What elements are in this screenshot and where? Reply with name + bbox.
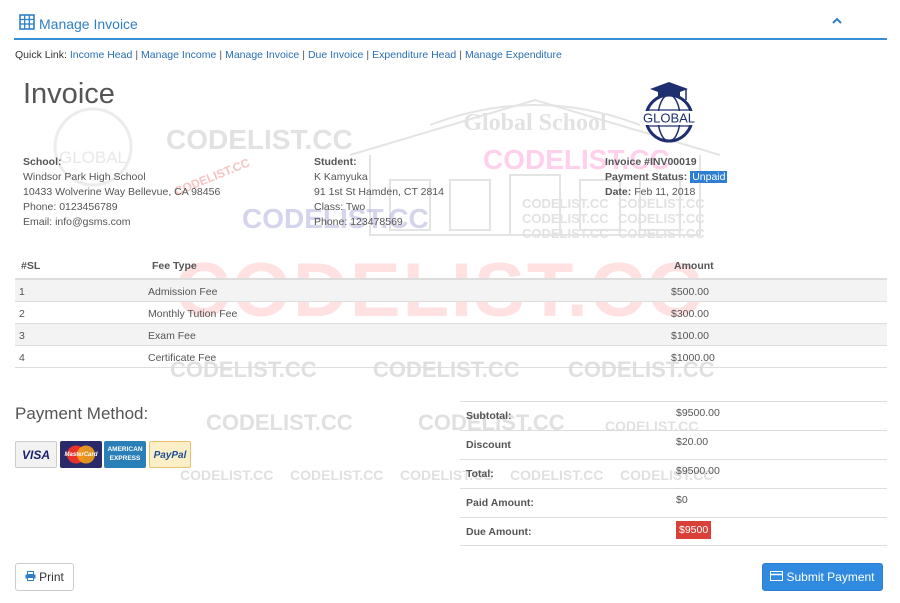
table-header: #SL Fee Type Amount (15, 255, 887, 280)
school-label: School: (23, 156, 62, 168)
column-header-sl: #SL (21, 260, 41, 272)
panel-title: Manage Invoice (39, 16, 138, 32)
school-logo: GLOBAL (642, 82, 696, 143)
separator: | (219, 49, 223, 61)
watermark-text: CODELIST.CC (180, 467, 274, 483)
print-icon (25, 571, 36, 581)
discount-row: Discount $20.00 (460, 430, 887, 459)
paid-amount-value: $0 (676, 494, 688, 506)
due-amount-badge: $9500 (676, 521, 712, 539)
quick-link-due-invoice[interactable]: Due Invoice (308, 49, 363, 61)
mastercard-label: MasterCard (64, 452, 98, 458)
due-amount-row: Due Amount: $9500 (460, 517, 887, 546)
watermark-text: CODELIST.CC (290, 467, 384, 483)
student-class: Class: Two (314, 201, 366, 213)
column-header-fee-type: Fee Type (152, 260, 197, 272)
mastercard-card-icon: MasterCard (60, 441, 102, 468)
table-body: 1 Admission Fee $500.00 2 Monthly Tution… (15, 280, 887, 368)
cell-sl: 3 (19, 330, 25, 342)
quick-link-manage-income[interactable]: Manage Income (141, 49, 216, 61)
cell-sl: 4 (19, 352, 25, 364)
fee-table: #SL Fee Type Amount 1 Admission Fee $500… (15, 255, 887, 368)
paid-amount-label: Paid Amount: (466, 497, 534, 509)
school-phone: Phone: 0123456789 (23, 201, 118, 213)
column-header-amount: Amount (674, 260, 714, 272)
total-value: $9500.00 (676, 465, 720, 477)
invoice-meta: Invoice #INV00019 Payment Status: Unpaid… (605, 155, 728, 200)
amex-card-icon: AMERICAN EXPRESS (104, 441, 146, 468)
table-icon (19, 14, 35, 30)
cell-amount: $1000.00 (671, 352, 715, 364)
subtotal-value: $9500.00 (676, 407, 720, 419)
separator: | (366, 49, 370, 61)
paypal-card-icon: PayPal (149, 441, 191, 468)
quick-link-income-head[interactable]: Income Head (70, 49, 132, 61)
table-row: 2 Monthly Tution Fee $300.00 (15, 302, 887, 324)
due-amount-label: Due Amount: (466, 526, 532, 538)
quick-link-manage-expenditure[interactable]: Manage Expenditure (465, 49, 562, 61)
date-label: Date: (605, 186, 632, 198)
watermark-text: CODELIST.CC (166, 124, 353, 155)
quick-link-manage-invoice[interactable]: Manage Invoice (225, 49, 299, 61)
table-row: 3 Exam Fee $100.00 (15, 324, 887, 346)
student-phone: Phone: 123478569 (314, 216, 403, 228)
quick-link-label: Quick Link: (15, 49, 67, 61)
school-address: 10433 Wolverine Way Bellevue, CA 98456 (23, 186, 221, 198)
quick-link-expenditure-head[interactable]: Expenditure Head (372, 49, 456, 61)
cell-amount: $500.00 (671, 286, 709, 298)
visa-card-icon: VISA (15, 441, 57, 468)
school-name: Windsor Park High School (23, 171, 146, 183)
cell-fee-type: Exam Fee (148, 330, 196, 342)
invoice-number: Invoice #INV00019 (605, 156, 697, 168)
discount-value: $20.00 (676, 436, 709, 448)
student-label: Student: (314, 156, 357, 168)
total-label: Total: (466, 468, 494, 480)
cell-sl: 1 (19, 286, 25, 298)
discount-label: Discount (466, 439, 511, 451)
submit-payment-button-label: Submit Payment (786, 570, 875, 584)
quick-links: Quick Link: Income Head | Manage Income | Ma… (15, 49, 562, 61)
chevron-up-icon[interactable] (831, 14, 843, 30)
student-info: Student: K Kamyuka 91 1st St Hamden, CT … (314, 155, 444, 230)
table-row: 4 Certificate Fee $1000.00 (15, 346, 887, 368)
separator: | (135, 49, 139, 61)
paid-amount-row: Paid Amount: $0 (460, 488, 887, 517)
cell-sl: 2 (19, 308, 25, 320)
totals-table: Subtotal: $9500.00 Discount $20.00 Total… (460, 401, 887, 546)
student-address: 91 1st St Hamden, CT 2814 (314, 186, 444, 198)
cell-amount: $300.00 (671, 308, 709, 320)
student-name: K Kamyuka (314, 171, 368, 183)
cell-fee-type: Admission Fee (148, 286, 218, 298)
cell-fee-type: Monthly Tution Fee (148, 308, 238, 320)
payment-method-title: Payment Method: (15, 404, 149, 423)
separator: | (302, 49, 305, 61)
watermark-text: CODELIST.CC (206, 410, 353, 435)
school-email: Email: info@gsms.com (23, 216, 131, 228)
invoice-date: Feb 11, 2018 (634, 186, 696, 198)
separator: | (459, 49, 462, 61)
total-row: Total: $9500.00 (460, 459, 887, 488)
logo-text: GLOBAL (643, 111, 695, 126)
cell-amount: $100.00 (671, 330, 709, 342)
school-info: School: Windsor Park High School 10433 W… (23, 155, 220, 230)
watermark-school-banner: Global School (463, 110, 607, 136)
panel-header: Manage Invoice (14, 0, 887, 40)
subtotal-label: Subtotal: (466, 410, 512, 422)
payment-status-badge: Unpaid (690, 171, 728, 183)
submit-payment-button[interactable]: Submit Payment (762, 563, 883, 591)
invoice-title: Invoice (23, 78, 115, 110)
table-row: 1 Admission Fee $500.00 (15, 280, 887, 302)
credit-card-icon (770, 571, 784, 581)
print-button-label: Print (39, 570, 64, 584)
subtotal-row: Subtotal: $9500.00 (460, 401, 887, 430)
cell-fee-type: Certificate Fee (148, 352, 217, 364)
print-button[interactable]: Print (15, 563, 74, 591)
payment-status-label: Payment Status: (605, 171, 688, 183)
